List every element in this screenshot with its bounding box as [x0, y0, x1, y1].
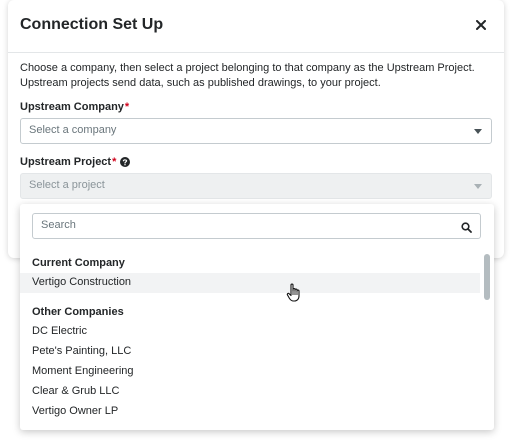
scrollbar-thumb[interactable] [484, 254, 490, 300]
project-dropdown-menu: Search Current Company Vertigo Construct… [20, 204, 494, 430]
search-placeholder: Search [41, 219, 76, 231]
modal-title: Connection Set Up [20, 16, 164, 33]
question-circle-icon[interactable] [120, 157, 131, 167]
modal-header: Connection Set Up [8, 0, 504, 53]
hand-cursor-icon [285, 282, 305, 309]
required-mark: * [124, 101, 130, 113]
option-petes-painting[interactable]: Pete's Painting, LLC [20, 342, 480, 362]
upstream-project-label-text: Upstream Project [20, 156, 112, 168]
option-clear-grub[interactable]: Clear & Grub LLC [20, 382, 480, 402]
search-input[interactable]: Search [32, 213, 481, 239]
option-label: Vertigo Construction [32, 276, 132, 288]
option-dc-electric[interactable]: DC Electric [20, 322, 480, 342]
upstream-project-placeholder: Select a project [29, 179, 105, 191]
upstream-project-label: Upstream Project * [20, 156, 131, 168]
page: Connection Set Up Choose a company, then… [0, 0, 512, 440]
close-icon [476, 20, 486, 30]
upstream-project-select[interactable]: Select a project [20, 173, 492, 199]
upstream-company-label-text: Upstream Company [20, 101, 124, 113]
group-header-current-company: Current Company [32, 257, 125, 269]
group-header-other-companies: Other Companies [32, 306, 124, 318]
option-label: Pete's Painting, LLC [32, 345, 132, 357]
search-icon [461, 220, 472, 238]
option-label: DC Electric [32, 325, 88, 337]
option-vertigo-construction[interactable]: Vertigo Construction [20, 273, 480, 293]
upstream-company-label: Upstream Company * [20, 101, 129, 113]
option-label: Vertigo Owner LP [32, 405, 119, 417]
required-mark: * [112, 156, 117, 168]
option-label: Clear & Grub LLC [32, 385, 120, 397]
upstream-company-placeholder: Select a company [29, 124, 117, 136]
option-moment-engineering[interactable]: Moment Engineering [20, 362, 480, 382]
upstream-company-select[interactable]: Select a company [20, 118, 492, 144]
modal-description: Choose a company, then select a project … [20, 62, 475, 89]
close-button[interactable] [470, 14, 492, 36]
chevron-down-icon [474, 184, 482, 189]
option-vertigo-owner[interactable]: Vertigo Owner LP [20, 402, 480, 422]
option-label: Moment Engineering [32, 365, 134, 377]
chevron-down-icon [474, 129, 482, 134]
